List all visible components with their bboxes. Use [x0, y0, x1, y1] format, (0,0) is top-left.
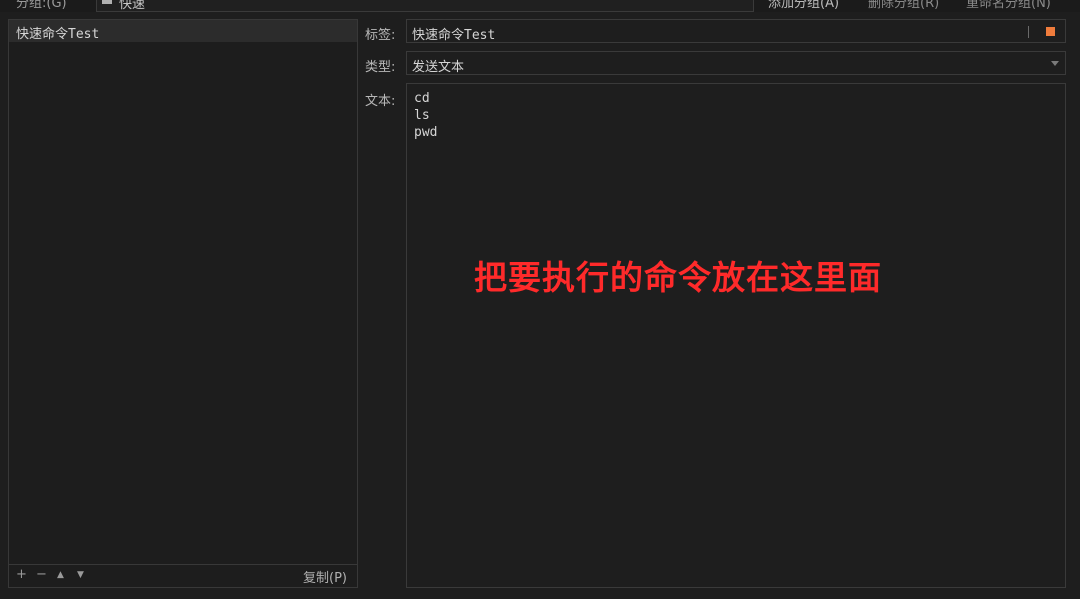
- list-item[interactable]: 快速命令Test: [9, 20, 357, 42]
- tag-label: 标签:: [365, 28, 396, 43]
- type-label: 类型:: [365, 60, 396, 75]
- type-select[interactable]: 发送文本: [406, 51, 1066, 75]
- text-line: ls: [414, 108, 430, 123]
- type-value: 发送文本: [412, 60, 465, 75]
- tag-color-swatch[interactable]: [1046, 27, 1055, 36]
- copy-button[interactable]: 复制(P): [303, 567, 347, 586]
- command-list: 快速命令Test + − ▲ ▼ 复制(P): [8, 19, 358, 588]
- annotation-text: 把要执行的命令放在这里面: [474, 258, 882, 297]
- command-text-area[interactable]: cd ls pwd: [406, 83, 1066, 588]
- divider: [1028, 26, 1029, 38]
- group-select-value: 快速: [119, 0, 146, 12]
- add-command-button[interactable]: +: [16, 567, 27, 582]
- text-line: pwd: [414, 125, 438, 140]
- delete-group-button[interactable]: 删除分组(R): [868, 0, 939, 11]
- group-label: 分组:(G): [16, 0, 67, 11]
- tag-value: 快速命令Test: [412, 28, 496, 43]
- text-line: cd: [414, 91, 430, 106]
- chevron-down-icon: [1051, 61, 1059, 66]
- rename-group-button[interactable]: 重命名分组(N): [966, 0, 1051, 11]
- group-toolbar: 分组:(G) 快速 添加分组(A) 删除分组(R) 重命名分组(N): [0, 0, 1080, 12]
- remove-command-button[interactable]: −: [36, 567, 47, 582]
- list-item-label: 快速命令Test: [16, 27, 100, 42]
- folder-icon: [102, 0, 112, 4]
- tag-input[interactable]: 快速命令Test: [406, 19, 1066, 43]
- list-toolbar: + − ▲ ▼ 复制(P): [9, 564, 357, 587]
- move-up-button[interactable]: ▲: [57, 570, 64, 580]
- add-group-button[interactable]: 添加分组(A): [768, 0, 839, 11]
- move-down-button[interactable]: ▼: [77, 570, 84, 580]
- text-label: 文本:: [365, 94, 396, 109]
- group-select[interactable]: 快速: [96, 0, 754, 12]
